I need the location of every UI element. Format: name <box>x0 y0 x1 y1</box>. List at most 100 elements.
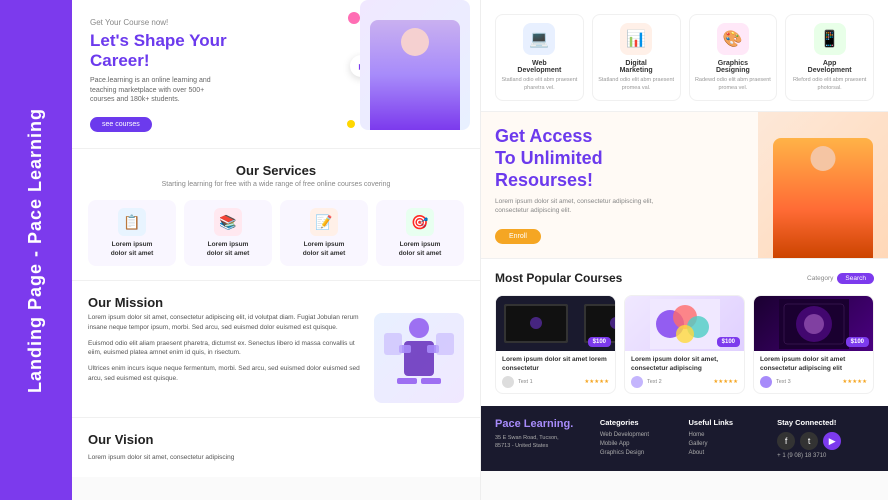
courses-grid: $100 Lorem ipsum dolor sit amet lorem co… <box>495 295 874 394</box>
footer-links-col: Useful Links Home Gallery About <box>689 418 770 459</box>
course-price-2: $100 <box>846 337 869 347</box>
resources-title-line1: Get Access <box>495 126 592 146</box>
service-card-0: 📋 Lorem ipsumdolor sit amet <box>88 200 176 266</box>
resources-cta-button[interactable]: Enroll <box>495 229 541 244</box>
category-desc-0: Statland odio elit abm praesent pharetra… <box>500 77 579 92</box>
resources-title-line3: Resourses! <box>495 170 593 190</box>
footer-link-graphics[interactable]: Graphics Design <box>600 450 681 456</box>
courses-section: Most Popular Courses Category Search $10… <box>481 258 888 406</box>
main-content: Get Your Course now! Let's Shape Your Ca… <box>72 0 888 500</box>
category-card-3: 📱 AppDevelopment Rleford odio elit abm p… <box>785 14 874 101</box>
hero-cta-button[interactable]: see courses <box>90 117 152 132</box>
course-rating-2: ★★★★★ <box>842 379 867 385</box>
service-icon-2: 📝 <box>310 208 338 236</box>
left-panel: Get Your Course now! Let's Shape Your Ca… <box>72 0 480 500</box>
category-icon-0: 💻 <box>523 23 555 55</box>
footer-link-mobileapp[interactable]: Mobile App <box>600 441 681 447</box>
sidebar: Landing Page - Pace Learning <box>0 0 72 500</box>
category-icon-1: 📊 <box>620 23 652 55</box>
category-card-1: 📊 DigitalMarketing Statland odio elit ab… <box>592 14 681 101</box>
footer-link-gallery[interactable]: Gallery <box>689 441 770 447</box>
resources-person-illustration <box>773 138 873 258</box>
service-icon-3: 🎯 <box>406 208 434 236</box>
vision-section: Our Vision Lorem ipsum dolor sit amet, c… <box>72 417 480 477</box>
course-avatar-1 <box>631 376 643 388</box>
vision-text: Lorem ipsum dolor sit amet, consectetur … <box>88 453 464 463</box>
services-subtitle: Starting learning for free with a wide r… <box>88 181 464 188</box>
services-title: Our Services <box>88 163 464 178</box>
resources-title: Get Access To Unlimited Resourses! <box>495 126 655 191</box>
service-label-1: Lorem ipsumdolor sit amet <box>207 241 250 258</box>
resources-section: Get Access To Unlimited Resourses! Lorem… <box>481 111 888 258</box>
course-meta-0: Text 1 ★★★★★ <box>502 376 609 388</box>
facebook-icon[interactable]: f <box>777 432 795 450</box>
footer-links-title: Useful Links <box>689 418 770 427</box>
mission-section: Our Mission Lorem ipsum dolor sit amet, … <box>72 280 480 417</box>
category-desc-2: Radewd odio elit abm praesent promea vel… <box>694 77 773 92</box>
courses-header: Most Popular Courses Category Search <box>495 271 874 285</box>
filter-label: Category <box>807 275 833 282</box>
service-card-3: 🎯 Lorem ipsumdolor sit amet <box>376 200 464 266</box>
courses-filter: Category Search <box>807 273 874 284</box>
services-grid: 📋 Lorem ipsumdolor sit amet 📚 Lorem ipsu… <box>88 200 464 266</box>
hero-person-illustration <box>370 20 460 130</box>
footer-link-home[interactable]: Home <box>689 432 770 438</box>
phone-number: + 1 (9 08) 18 3710 <box>777 453 874 459</box>
course-name-1: Lorem ipsum dolor sit amet, consectetur … <box>631 356 738 373</box>
mission-illustration <box>374 313 464 403</box>
footer-link-webdev[interactable]: Web Development <box>600 432 681 438</box>
course-avatar-0 <box>502 376 514 388</box>
course-price-1: $100 <box>717 337 740 347</box>
course-thumb-0: $100 <box>496 296 615 351</box>
hero-section: Get Your Course now! Let's Shape Your Ca… <box>72 0 480 148</box>
vision-title: Our Vision <box>88 432 464 447</box>
twitter-icon[interactable]: t <box>800 432 818 450</box>
footer-section: Pace Learning. 35 E Swan Road, Tucson, 8… <box>481 406 888 471</box>
category-name-2: GraphicsDesigning <box>694 60 773 74</box>
category-desc-1: Statland odio elit abm praesent promea v… <box>597 77 676 92</box>
service-label-2: Lorem ipsumdolor sit amet <box>303 241 346 258</box>
course-meta-1: Text 2 ★★★★★ <box>631 376 738 388</box>
mission-text: Lorem ipsum dolor sit amet, consectetur … <box>88 313 364 403</box>
footer-categories-title: Categories <box>600 418 681 427</box>
course-author-2: Text 3 <box>776 379 791 385</box>
footer-brand-name: Pace Learning. <box>495 418 592 430</box>
course-author-0: Text 1 <box>518 379 533 385</box>
course-thumb-1: $100 <box>625 296 744 351</box>
course-rating-1: ★★★★★ <box>713 379 738 385</box>
resources-description: Lorem ipsum dolor sit amet, consectetur … <box>495 197 655 215</box>
course-info-1: Lorem ipsum dolor sit amet, consectetur … <box>625 351 744 393</box>
hero-image <box>360 0 470 130</box>
footer-address: 35 E Swan Road, Tucson, 85713 - United S… <box>495 434 592 451</box>
footer-categories-col: Categories Web Development Mobile App Gr… <box>600 418 681 459</box>
mission-para-2: Ultrices enim incurs isque neque ferment… <box>88 364 364 384</box>
category-name-3: AppDevelopment <box>790 60 869 74</box>
categories-section: 💻 WebDevelopment Statland odio elit abm … <box>481 0 888 111</box>
social-row: f t ▶ <box>777 432 874 450</box>
mission-title: Our Mission <box>88 295 464 310</box>
course-rating-0: ★★★★★ <box>584 379 609 385</box>
sidebar-label: Landing Page - Pace Learning <box>26 107 47 392</box>
mission-para-0: Lorem ipsum dolor sit amet, consectetur … <box>88 313 364 333</box>
course-name-0: Lorem ipsum dolor sit amet lorem consect… <box>502 356 609 373</box>
category-icon-2: 🎨 <box>717 23 749 55</box>
course-avatar-2 <box>760 376 772 388</box>
footer-link-about[interactable]: About <box>689 450 770 456</box>
categories-grid: 💻 WebDevelopment Statland odio elit abm … <box>495 14 874 101</box>
youtube-icon[interactable]: ▶ <box>823 432 841 450</box>
filter-search-button[interactable]: Search <box>837 273 874 284</box>
course-meta-2: Text 3 ★★★★★ <box>760 376 867 388</box>
category-card-0: 💻 WebDevelopment Statland odio elit abm … <box>495 14 584 101</box>
service-card-1: 📚 Lorem ipsumdolor sit amet <box>184 200 272 266</box>
course-card-0: $100 Lorem ipsum dolor sit amet lorem co… <box>495 295 616 394</box>
course-thumb-2: $100 <box>754 296 873 351</box>
course-name-2: Lorem ipsum dolor sit amet consectetur a… <box>760 356 867 373</box>
hero-description: Pace.learning is an online learning and … <box>90 76 230 105</box>
mission-inner: Lorem ipsum dolor sit amet, consectetur … <box>88 313 464 403</box>
course-info-2: Lorem ipsum dolor sit amet consectetur a… <box>754 351 873 393</box>
mission-para-1: Euismod odio elit aliam praesent pharetr… <box>88 339 364 359</box>
decorative-dot-pink <box>348 12 360 24</box>
footer-brand-text: Pace Learning. <box>495 418 573 430</box>
resources-image <box>758 112 888 258</box>
resources-title-line2: To Unlimited <box>495 148 603 168</box>
